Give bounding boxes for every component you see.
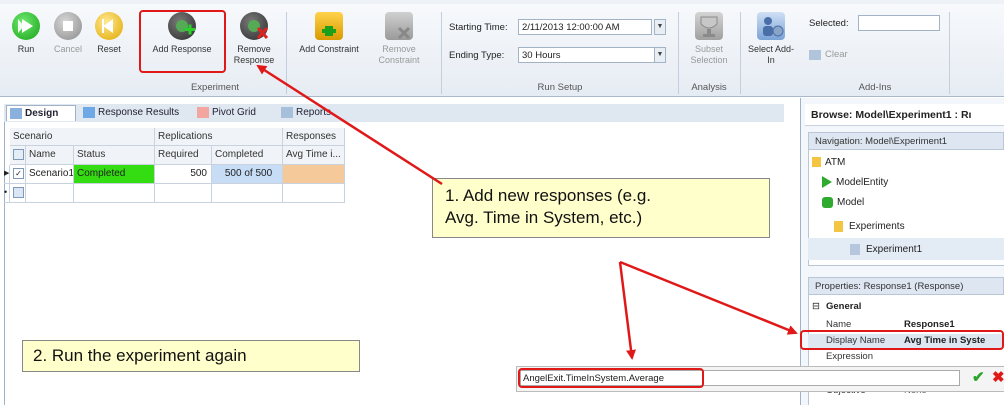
arrow-to-add-response — [256, 64, 443, 186]
annotation-arrows — [256, 64, 798, 360]
arrow-to-expression — [618, 261, 636, 360]
arrow-to-display-name — [619, 260, 798, 335]
